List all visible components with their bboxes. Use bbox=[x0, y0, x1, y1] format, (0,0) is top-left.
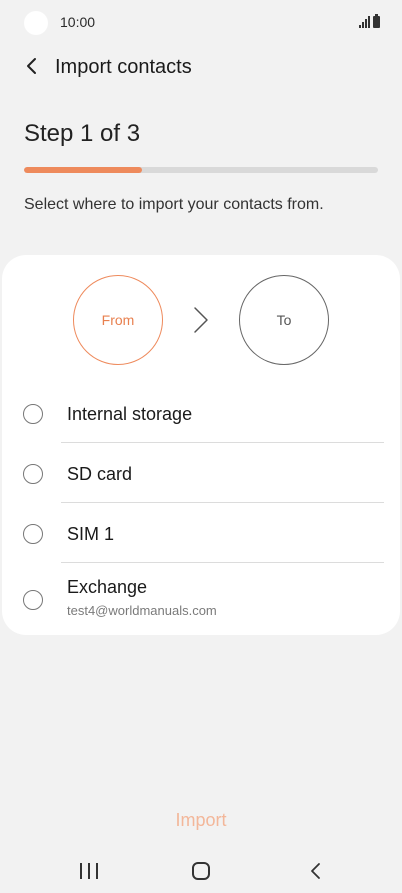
option-sim-1[interactable]: SIM 1 bbox=[2, 503, 400, 563]
camera-cutout bbox=[24, 11, 48, 35]
page-title: Import contacts bbox=[55, 56, 192, 78]
radio-button[interactable] bbox=[23, 590, 43, 610]
status-icons bbox=[359, 14, 380, 28]
from-circle: From bbox=[73, 275, 163, 365]
navigation-bar bbox=[0, 850, 402, 893]
radio-button[interactable] bbox=[23, 524, 43, 544]
option-label: SD card bbox=[67, 464, 133, 484]
from-label: From bbox=[101, 312, 135, 328]
nav-back-icon[interactable] bbox=[306, 861, 326, 881]
step-progress-bar bbox=[24, 167, 378, 173]
option-sublabel: test4@worldmanuals.com bbox=[67, 603, 217, 618]
option-label: Internal storage bbox=[67, 404, 193, 424]
back-arrow-icon[interactable] bbox=[20, 54, 44, 78]
radio-button[interactable] bbox=[23, 464, 43, 484]
signal-icon bbox=[359, 16, 370, 28]
import-button[interactable]: Import bbox=[141, 804, 261, 836]
source-card: From To Internal storage SD card SIM 1 E… bbox=[2, 255, 400, 635]
recent-apps-icon[interactable] bbox=[80, 863, 98, 879]
option-sd-card[interactable]: SD card bbox=[2, 443, 400, 503]
battery-icon bbox=[373, 14, 380, 28]
to-circle: To bbox=[239, 275, 329, 365]
option-internal-storage[interactable]: Internal storage bbox=[2, 383, 400, 443]
to-label: To bbox=[276, 312, 292, 328]
instructions-text: Select where to import your contacts fro… bbox=[24, 196, 324, 213]
status-bar: 10:00 bbox=[0, 0, 402, 46]
home-icon[interactable] bbox=[192, 862, 210, 880]
source-options: Internal storage SD card SIM 1 Exchange … bbox=[2, 383, 400, 627]
step-title: Step 1 of 3 bbox=[24, 120, 141, 147]
option-label: SIM 1 bbox=[67, 524, 115, 544]
app-header: Import contacts bbox=[0, 46, 402, 88]
radio-button[interactable] bbox=[23, 404, 43, 424]
status-time: 10:00 bbox=[60, 14, 96, 30]
option-label: Exchange bbox=[67, 577, 148, 597]
screen: 10:00 Import contacts Step 1 of 3 Select… bbox=[0, 0, 402, 893]
option-exchange[interactable]: Exchange test4@worldmanuals.com bbox=[2, 563, 400, 627]
step-progress-fill bbox=[24, 167, 142, 173]
chevron-right-icon bbox=[194, 307, 208, 333]
